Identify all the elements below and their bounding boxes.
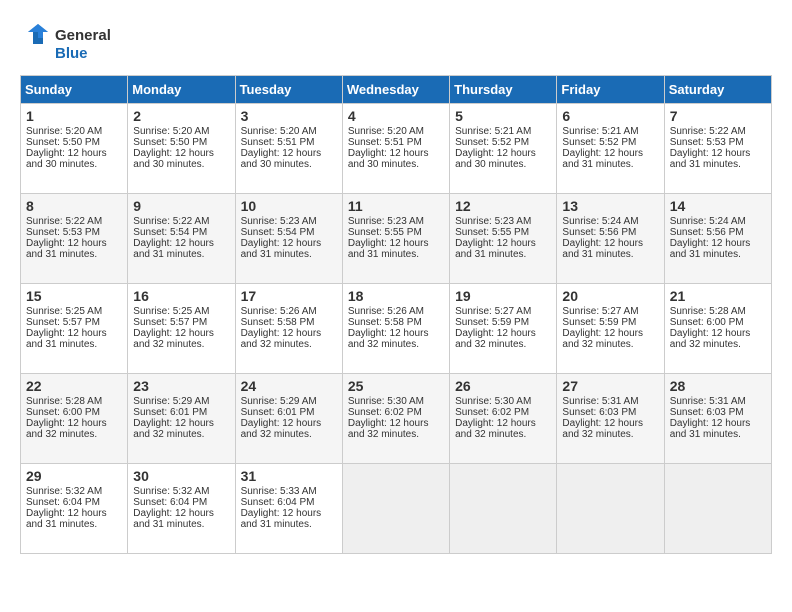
svg-text:General: General [55,27,111,44]
day-number: 24 [241,378,337,394]
day-number: 15 [26,288,122,304]
day-number: 31 [241,468,337,484]
calendar-table: SundayMondayTuesdayWednesdayThursdayFrid… [20,75,772,554]
calendar-cell: 5Sunrise: 5:21 AMSunset: 5:52 PMDaylight… [450,104,557,194]
day-number: 4 [348,108,444,124]
day-number: 27 [562,378,658,394]
day-number: 10 [241,198,337,214]
calendar-cell: 17Sunrise: 5:26 AMSunset: 5:58 PMDayligh… [235,284,342,374]
calendar-cell: 21Sunrise: 5:28 AMSunset: 6:00 PMDayligh… [664,284,771,374]
calendar-cell: 3Sunrise: 5:20 AMSunset: 5:51 PMDaylight… [235,104,342,194]
day-number: 22 [26,378,122,394]
svg-text:Blue: Blue [55,45,88,62]
week-row-2: 8Sunrise: 5:22 AMSunset: 5:53 PMDaylight… [21,194,772,284]
day-number: 9 [133,198,229,214]
day-number: 3 [241,108,337,124]
day-number: 11 [348,198,444,214]
calendar-cell [450,464,557,554]
day-number: 13 [562,198,658,214]
column-header-wednesday: Wednesday [342,76,449,104]
calendar-cell: 8Sunrise: 5:22 AMSunset: 5:53 PMDaylight… [21,194,128,284]
day-number: 28 [670,378,766,394]
calendar-cell: 28Sunrise: 5:31 AMSunset: 6:03 PMDayligh… [664,374,771,464]
calendar-cell: 9Sunrise: 5:22 AMSunset: 5:54 PMDaylight… [128,194,235,284]
calendar-cell [342,464,449,554]
day-number: 14 [670,198,766,214]
calendar-cell: 2Sunrise: 5:20 AMSunset: 5:50 PMDaylight… [128,104,235,194]
column-header-sunday: Sunday [21,76,128,104]
day-number: 12 [455,198,551,214]
calendar-cell [664,464,771,554]
calendar-cell: 4Sunrise: 5:20 AMSunset: 5:51 PMDaylight… [342,104,449,194]
calendar-cell: 23Sunrise: 5:29 AMSunset: 6:01 PMDayligh… [128,374,235,464]
calendar-cell: 31Sunrise: 5:33 AMSunset: 6:04 PMDayligh… [235,464,342,554]
column-header-saturday: Saturday [664,76,771,104]
calendar-cell: 10Sunrise: 5:23 AMSunset: 5:54 PMDayligh… [235,194,342,284]
week-row-3: 15Sunrise: 5:25 AMSunset: 5:57 PMDayligh… [21,284,772,374]
day-number: 23 [133,378,229,394]
week-row-5: 29Sunrise: 5:32 AMSunset: 6:04 PMDayligh… [21,464,772,554]
calendar-cell: 11Sunrise: 5:23 AMSunset: 5:55 PMDayligh… [342,194,449,284]
day-number: 1 [26,108,122,124]
calendar-cell: 19Sunrise: 5:27 AMSunset: 5:59 PMDayligh… [450,284,557,374]
calendar-cell: 1Sunrise: 5:20 AMSunset: 5:50 PMDaylight… [21,104,128,194]
calendar-cell: 22Sunrise: 5:28 AMSunset: 6:00 PMDayligh… [21,374,128,464]
day-number: 20 [562,288,658,304]
calendar-cell: 12Sunrise: 5:23 AMSunset: 5:55 PMDayligh… [450,194,557,284]
day-number: 7 [670,108,766,124]
calendar-cell: 13Sunrise: 5:24 AMSunset: 5:56 PMDayligh… [557,194,664,284]
calendar-cell: 30Sunrise: 5:32 AMSunset: 6:04 PMDayligh… [128,464,235,554]
day-number: 25 [348,378,444,394]
day-number: 5 [455,108,551,124]
day-number: 16 [133,288,229,304]
day-number: 19 [455,288,551,304]
calendar-cell: 26Sunrise: 5:30 AMSunset: 6:02 PMDayligh… [450,374,557,464]
page-header: General Blue [20,20,772,65]
column-header-tuesday: Tuesday [235,76,342,104]
day-number: 2 [133,108,229,124]
header-row: SundayMondayTuesdayWednesdayThursdayFrid… [21,76,772,104]
logo: General Blue [20,20,140,65]
calendar-cell: 20Sunrise: 5:27 AMSunset: 5:59 PMDayligh… [557,284,664,374]
logo-svg: General Blue [20,20,140,65]
day-number: 29 [26,468,122,484]
calendar-cell: 7Sunrise: 5:22 AMSunset: 5:53 PMDaylight… [664,104,771,194]
calendar-cell: 27Sunrise: 5:31 AMSunset: 6:03 PMDayligh… [557,374,664,464]
calendar-cell: 29Sunrise: 5:32 AMSunset: 6:04 PMDayligh… [21,464,128,554]
day-number: 21 [670,288,766,304]
day-number: 17 [241,288,337,304]
calendar-cell: 25Sunrise: 5:30 AMSunset: 6:02 PMDayligh… [342,374,449,464]
week-row-1: 1Sunrise: 5:20 AMSunset: 5:50 PMDaylight… [21,104,772,194]
week-row-4: 22Sunrise: 5:28 AMSunset: 6:00 PMDayligh… [21,374,772,464]
column-header-thursday: Thursday [450,76,557,104]
calendar-cell: 6Sunrise: 5:21 AMSunset: 5:52 PMDaylight… [557,104,664,194]
calendar-cell: 16Sunrise: 5:25 AMSunset: 5:57 PMDayligh… [128,284,235,374]
calendar-cell: 15Sunrise: 5:25 AMSunset: 5:57 PMDayligh… [21,284,128,374]
calendar-cell: 14Sunrise: 5:24 AMSunset: 5:56 PMDayligh… [664,194,771,284]
day-number: 18 [348,288,444,304]
calendar-cell: 24Sunrise: 5:29 AMSunset: 6:01 PMDayligh… [235,374,342,464]
column-header-friday: Friday [557,76,664,104]
day-number: 30 [133,468,229,484]
calendar-cell: 18Sunrise: 5:26 AMSunset: 5:58 PMDayligh… [342,284,449,374]
calendar-cell [557,464,664,554]
day-number: 6 [562,108,658,124]
day-number: 8 [26,198,122,214]
day-number: 26 [455,378,551,394]
column-header-monday: Monday [128,76,235,104]
